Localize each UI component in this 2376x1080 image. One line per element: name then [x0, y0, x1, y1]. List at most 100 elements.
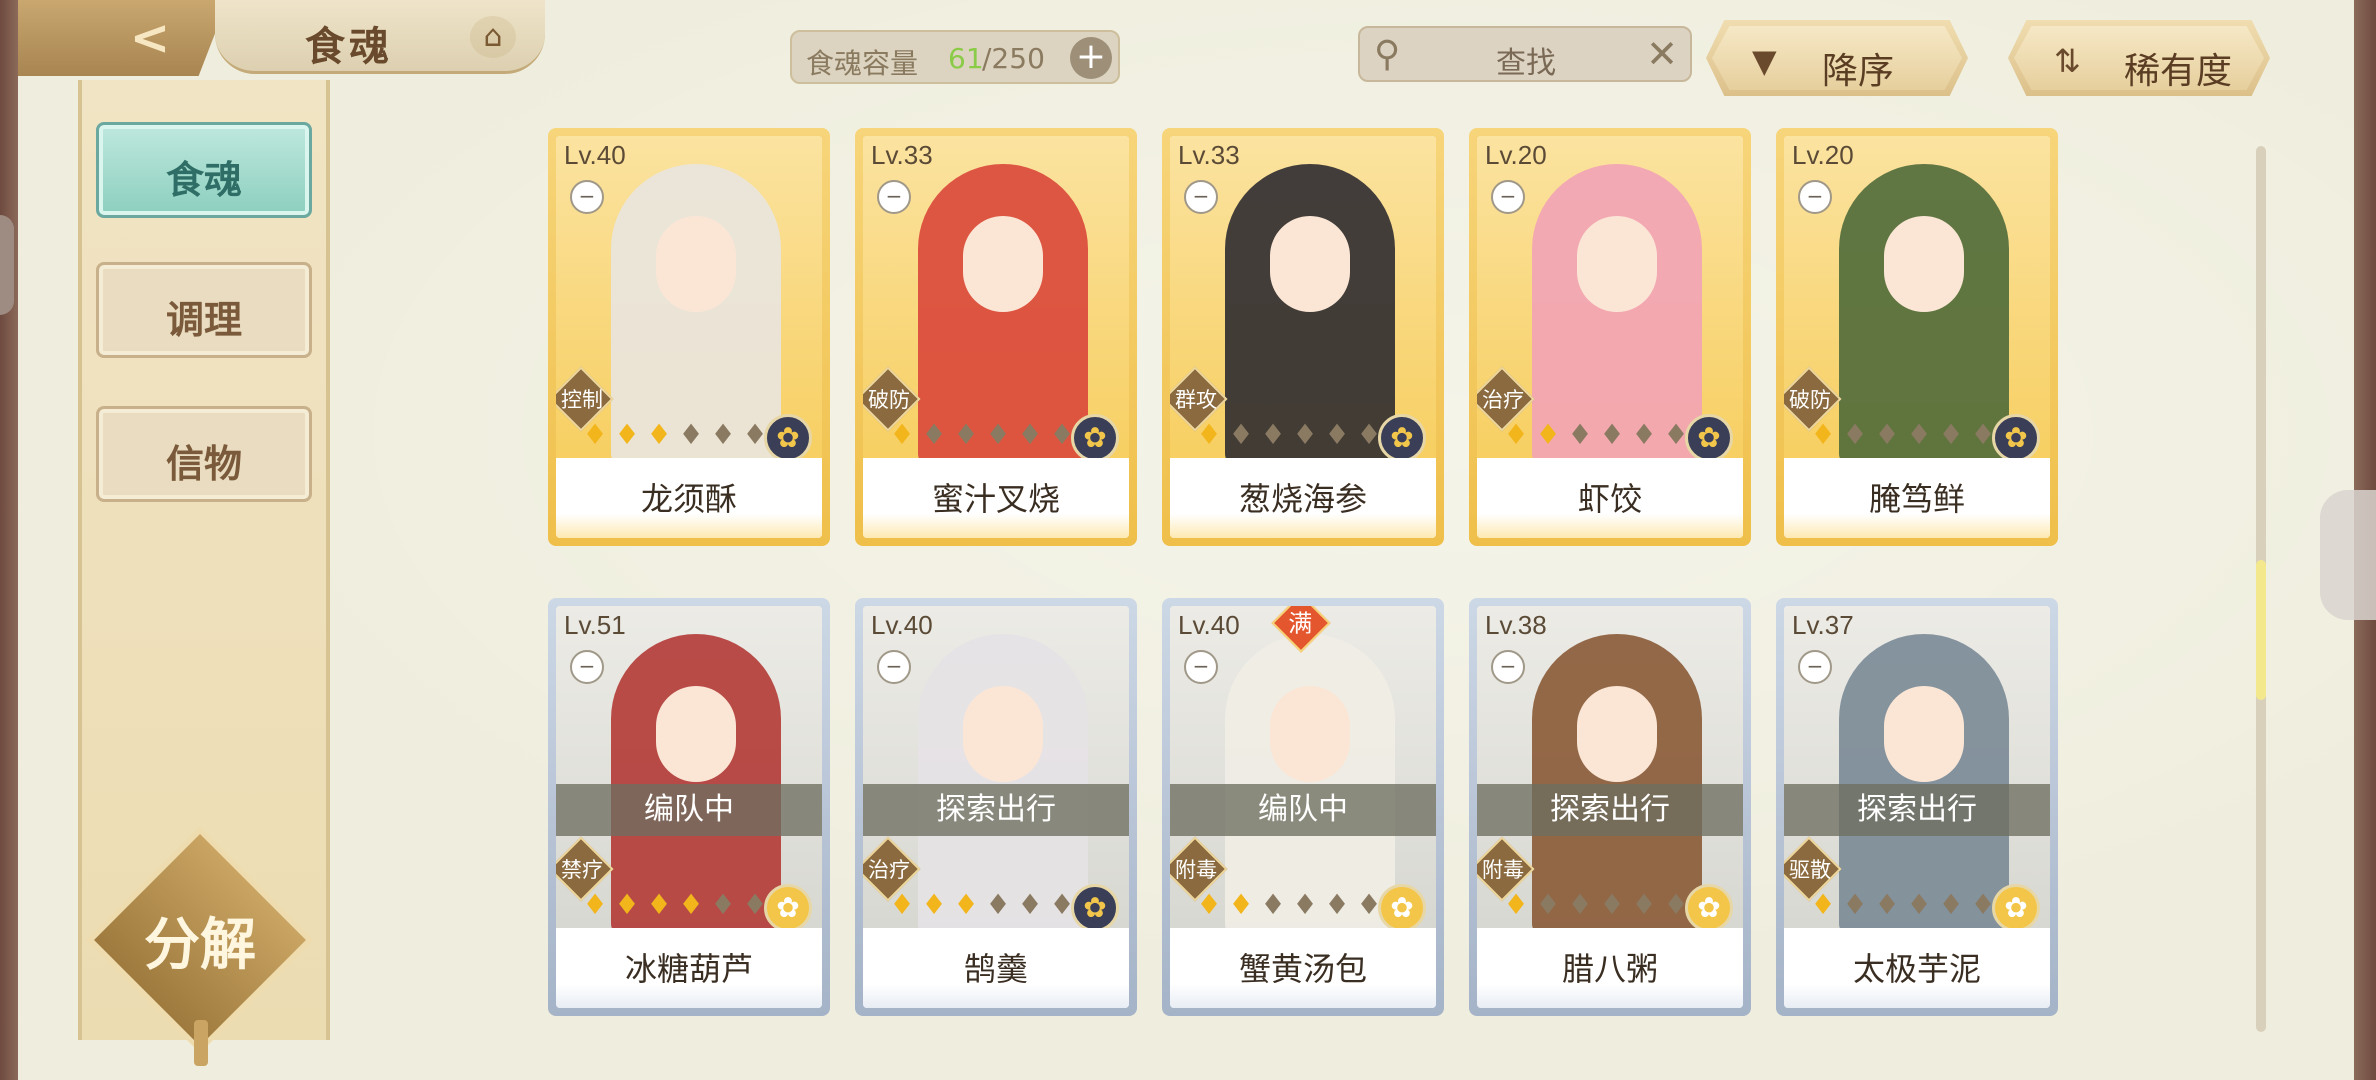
star-rating: ♦ ♦ ♦ ♦ ♦ ♦	[1194, 888, 1384, 924]
food-soul-card[interactable]: Lv.40 − 探索出行 治疗 ♦ ♦ ♦ ♦ ♦ ♦ ✿ 鹄羹	[855, 598, 1137, 1016]
status-banner: 编队中	[556, 784, 822, 836]
sort-rarity-button[interactable]: ⇅ 稀有度	[2008, 20, 2270, 96]
lock-icon[interactable]: −	[1184, 650, 1218, 684]
status-banner: 探索出行	[1477, 784, 1743, 836]
status-banner: 探索出行	[863, 784, 1129, 836]
flower-element-icon: ✿	[1071, 884, 1119, 932]
lock-icon[interactable]: −	[1798, 650, 1832, 684]
star-icon: ♦	[1503, 888, 1529, 921]
food-soul-card[interactable]: Lv.51 − 编队中 禁疗 ♦ ♦ ♦ ♦ ♦ ♦ ✿ 冰糖葫芦	[548, 598, 830, 1016]
star-icon: ♦	[1292, 418, 1318, 451]
food-soul-card[interactable]: Lv.40 − 控制 ♦ ♦ ♦ ♦ ♦ ♦ ✿ 龙须酥	[548, 128, 830, 546]
star-icon: ♦	[1260, 888, 1286, 921]
card-level: Lv.33	[1178, 140, 1240, 170]
food-soul-card[interactable]: Lv.40 − 满编队中 附毒 ♦ ♦ ♦ ♦ ♦ ♦ ✿ 蟹黄汤包	[1162, 598, 1444, 1016]
star-icon: ♦	[1567, 888, 1593, 921]
card-name-bar: 蜜汁叉烧	[863, 458, 1129, 538]
tab-label: 食魂	[165, 157, 242, 202]
star-icon: ♦	[921, 418, 947, 451]
food-soul-card[interactable]: Lv.20 − 治疗 ♦ ♦ ♦ ♦ ♦ ♦ ✿ 虾饺	[1469, 128, 1751, 546]
card-level: Lv.33	[871, 140, 933, 170]
card-name: 蜜汁叉烧	[931, 480, 1060, 518]
card-name-bar: 龙须酥	[556, 458, 822, 538]
star-icon: ♦	[1599, 418, 1625, 451]
pavilion-icon[interactable]: ⌂	[470, 16, 516, 58]
card-level: Lv.40	[871, 610, 933, 640]
lock-icon[interactable]: −	[570, 650, 604, 684]
search-icon: ⚲	[1374, 34, 1401, 75]
lock-icon[interactable]: −	[1798, 180, 1832, 214]
role-label: 治疗	[868, 858, 910, 882]
character-face	[1577, 216, 1657, 312]
back-arrow-icon[interactable]: <	[120, 12, 180, 64]
title-tab: 食魂 ⌂	[215, 0, 545, 74]
lock-icon[interactable]: −	[877, 650, 911, 684]
star-icon: ♦	[921, 888, 947, 921]
swap-icon: ⇅	[2054, 42, 2081, 80]
lock-icon[interactable]: −	[1491, 180, 1525, 214]
food-soul-card[interactable]: Lv.20 − 破防 ♦ ♦ ♦ ♦ ♦ ♦ ✿ 腌笃鲜	[1776, 128, 2058, 546]
character-face	[1884, 216, 1964, 312]
card-level: Lv.51	[564, 610, 626, 640]
triangle-down-icon: ▼	[1752, 42, 1777, 80]
decompose-label[interactable]: 分解	[110, 900, 290, 981]
card-body: Lv.40 − 控制 ♦ ♦ ♦ ♦ ♦ ♦ ✿ 龙须酥	[556, 136, 822, 538]
role-label: 破防	[868, 388, 910, 412]
food-soul-card[interactable]: Lv.37 − 探索出行 驱散 ♦ ♦ ♦ ♦ ♦ ♦ ✿ 太极芋泥	[1776, 598, 2058, 1016]
status-banner: 编队中	[1170, 784, 1436, 836]
lock-icon[interactable]: −	[1184, 180, 1218, 214]
capacity-current: 61	[948, 42, 984, 75]
star-icon: ♦	[1535, 888, 1561, 921]
character-face	[656, 686, 736, 782]
sort-rarity-label: 稀有度	[2124, 51, 2233, 92]
star-icon: ♦	[1228, 888, 1254, 921]
tab-cooking[interactable]: 调理	[96, 262, 312, 358]
capacity-display: 食魂容量 61 /250 +	[790, 30, 1120, 84]
lock-icon[interactable]: −	[877, 180, 911, 214]
food-soul-card[interactable]: Lv.38 − 探索出行 附毒 ♦ ♦ ♦ ♦ ♦ ♦ ✿ 腊八粥	[1469, 598, 1751, 1016]
card-body: Lv.33 − 群攻 ♦ ♦ ♦ ♦ ♦ ♦ ✿ 葱烧海参	[1170, 136, 1436, 538]
flower-element-icon: ✿	[764, 414, 812, 462]
star-icon: ♦	[646, 888, 672, 921]
max-badge-label: 满	[1288, 609, 1313, 638]
right-edge-tab[interactable]	[2320, 490, 2376, 620]
star-icon: ♦	[1324, 888, 1350, 921]
star-icon: ♦	[953, 418, 979, 451]
food-soul-card[interactable]: Lv.33 − 群攻 ♦ ♦ ♦ ♦ ♦ ♦ ✿ 葱烧海参	[1162, 128, 1444, 546]
add-capacity-button[interactable]: +	[1070, 37, 1112, 79]
card-body: Lv.40 − 探索出行 治疗 ♦ ♦ ♦ ♦ ♦ ♦ ✿ 鹄羹	[863, 606, 1129, 1008]
card-level: Lv.37	[1792, 610, 1854, 640]
character-portrait: Lv.40 − 控制 ♦ ♦ ♦ ♦ ♦ ♦ ✿	[556, 136, 822, 464]
character-portrait: Lv.20 − 治疗 ♦ ♦ ♦ ♦ ♦ ♦ ✿	[1477, 136, 1743, 464]
sort-order-label: 降序	[1822, 51, 1895, 92]
star-rating: ♦ ♦ ♦ ♦ ♦ ♦	[887, 888, 1077, 924]
card-name-bar: 腌笃鲜	[1784, 458, 2050, 538]
search-placeholder: 查找	[1496, 46, 1556, 81]
left-edge	[0, 0, 18, 1080]
search-input[interactable]: ⚲ 查找 ✕	[1358, 26, 1692, 82]
tab-tokens[interactable]: 信物	[96, 406, 312, 502]
lock-icon[interactable]: −	[1491, 650, 1525, 684]
flower-element-icon: ✿	[764, 884, 812, 932]
card-name: 太极芋泥	[1852, 950, 1981, 988]
clear-search-icon[interactable]: ✕	[1646, 32, 1678, 76]
card-name: 葱烧海参	[1238, 480, 1367, 518]
star-icon: ♦	[678, 418, 704, 451]
card-name-bar: 太极芋泥	[1784, 928, 2050, 1008]
scrollbar-thumb[interactable]	[2256, 560, 2266, 700]
star-icon: ♦	[1567, 418, 1593, 451]
character-face	[656, 216, 736, 312]
sort-order-button[interactable]: ▼ 降序	[1706, 20, 1968, 96]
card-name-bar: 虾饺	[1477, 458, 1743, 538]
star-icon: ♦	[1938, 888, 1964, 921]
star-icon: ♦	[1938, 418, 1964, 451]
star-icon: ♦	[953, 888, 979, 921]
star-icon: ♦	[1017, 418, 1043, 451]
tab-food-souls[interactable]: 食魂	[96, 122, 312, 218]
game-screen: < 食魂 ⌂ 食魂容量 61 /250 + ⚲ 查找 ✕ ▼ 降序 ⇅ 稀有度 …	[0, 0, 2376, 1080]
star-icon: ♦	[1260, 418, 1286, 451]
role-label: 附毒	[1482, 858, 1524, 882]
food-soul-card[interactable]: Lv.33 − 破防 ♦ ♦ ♦ ♦ ♦ ♦ ✿ 蜜汁叉烧	[855, 128, 1137, 546]
lock-icon[interactable]: −	[570, 180, 604, 214]
card-name: 龙须酥	[640, 480, 737, 518]
